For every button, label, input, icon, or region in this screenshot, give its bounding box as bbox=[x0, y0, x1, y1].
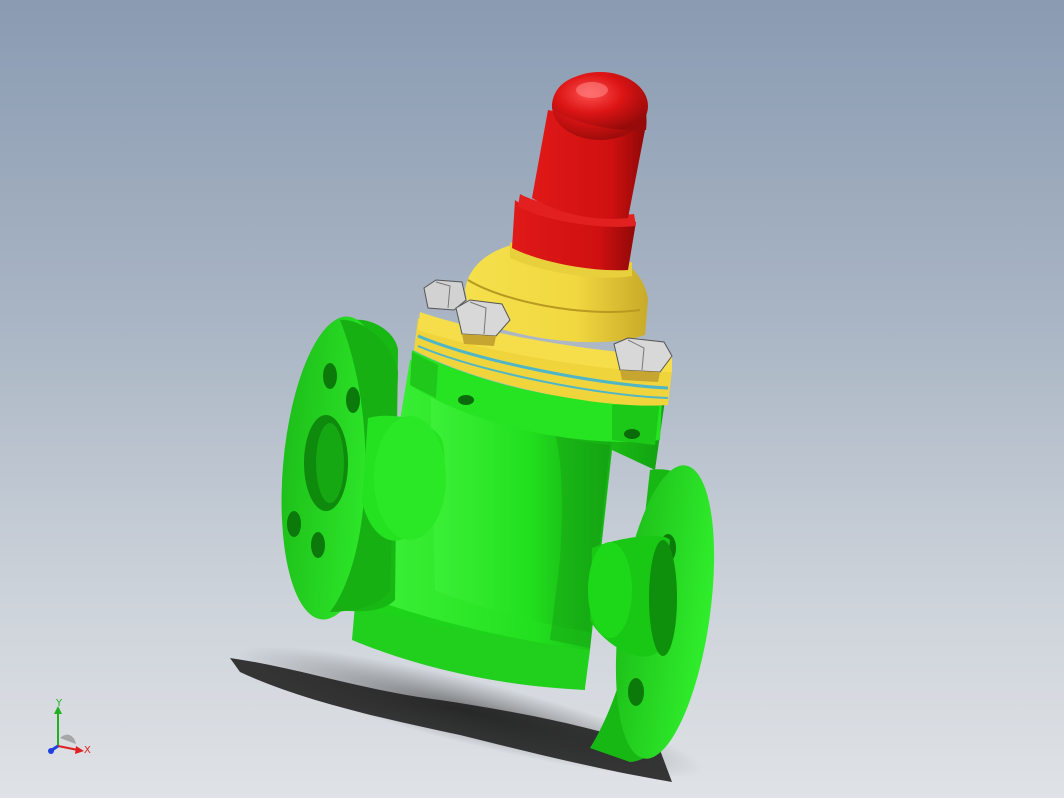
valve-model[interactable] bbox=[0, 0, 1064, 798]
x-axis: X bbox=[57, 745, 91, 756]
graphics-viewport[interactable]: Y X bbox=[0, 0, 1064, 798]
red-cap bbox=[512, 72, 648, 271]
z-axis bbox=[48, 734, 76, 754]
y-axis-label: Y bbox=[55, 698, 63, 709]
y-axis: Y bbox=[54, 698, 63, 746]
view-orientation-triad[interactable]: Y X bbox=[40, 698, 100, 760]
x-axis-label: X bbox=[84, 745, 91, 756]
